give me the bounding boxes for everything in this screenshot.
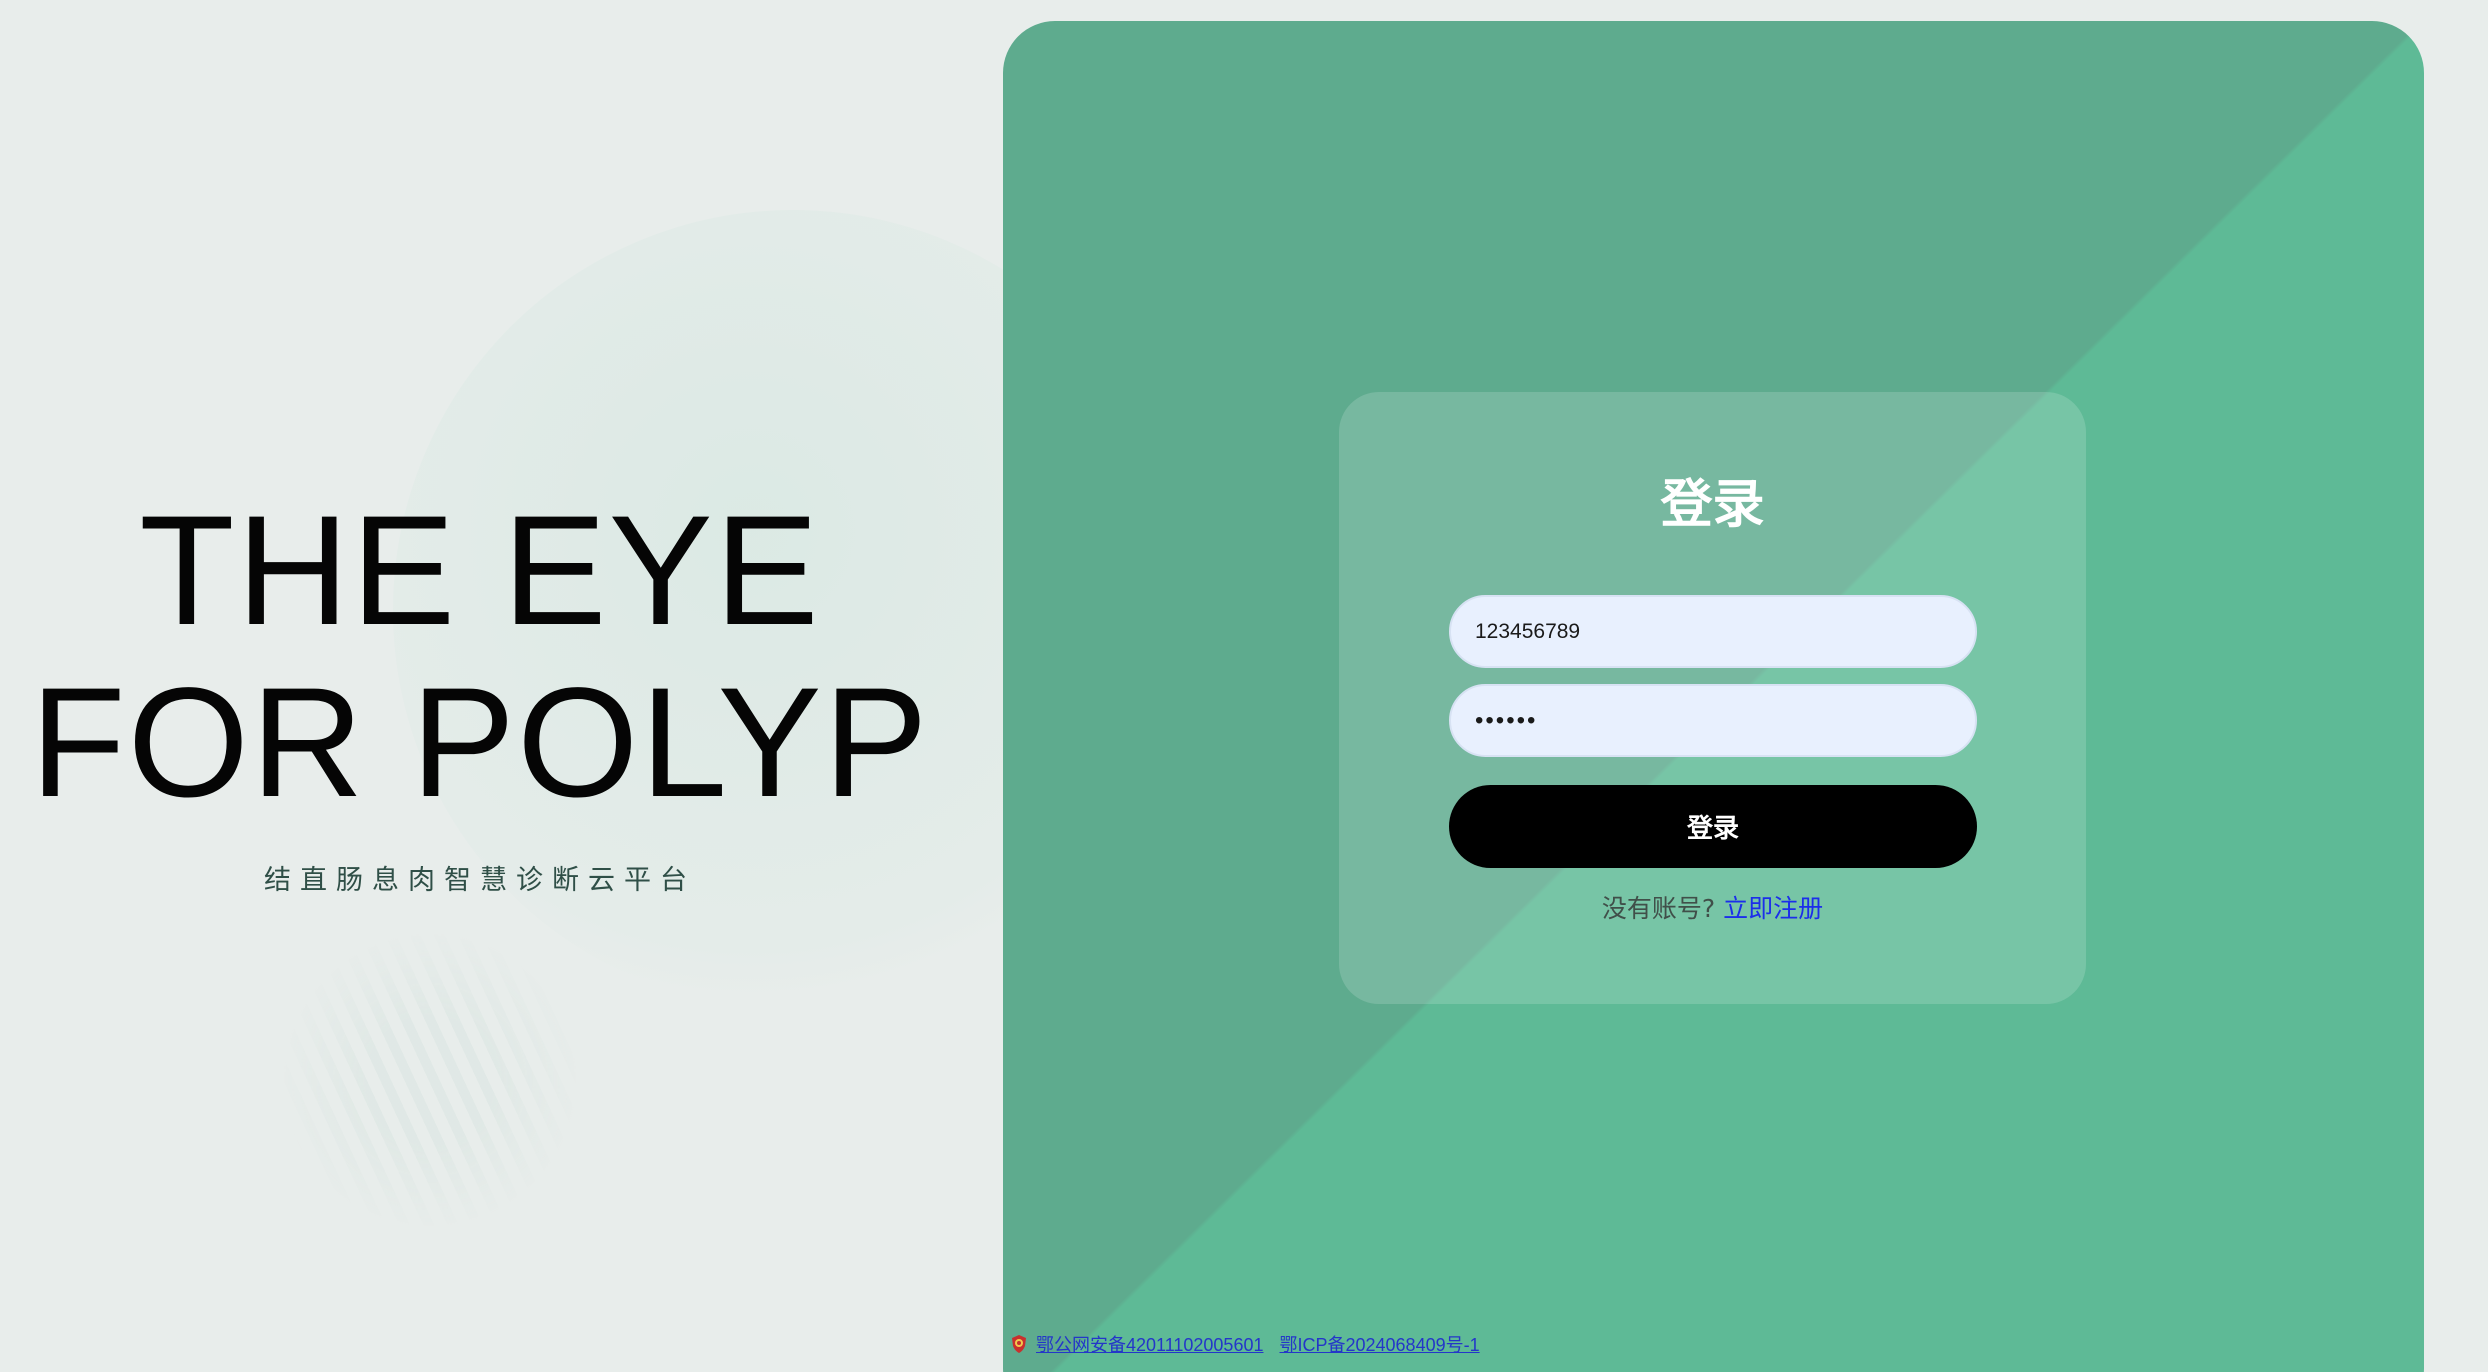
brand-line-2: FOR POLYP: [30, 656, 930, 830]
brand-line-1: THE EYE: [139, 484, 821, 658]
platform-subtitle: 结直肠息肉智慧诊断云平台: [264, 865, 696, 896]
password-input[interactable]: [1449, 684, 1977, 757]
decorative-stripes: [280, 930, 580, 1230]
login-card: 登录 登录 没有账号? 立即注册: [1339, 392, 2086, 1004]
icp-record-link[interactable]: 鄂ICP备2024068409号-1: [1279, 1331, 1479, 1357]
brand-panel: THE EYE FOR POLYP 结直肠息肉智慧诊断云平台: [0, 0, 1003, 1372]
login-title: 登录: [1660, 475, 1765, 535]
register-row: 没有账号? 立即注册: [1339, 889, 2086, 925]
login-panel: 登录 登录 没有账号? 立即注册: [1003, 21, 2424, 1372]
no-account-text: 没有账号?: [1601, 894, 1716, 923]
public-security-record-link[interactable]: 鄂公网安备42011102005601: [1036, 1331, 1263, 1357]
username-input[interactable]: [1449, 595, 1977, 668]
register-link[interactable]: 立即注册: [1723, 894, 1823, 923]
footer: 鄂公网安备42011102005601 鄂ICP备2024068409号-1: [1010, 1330, 1496, 1358]
police-badge-icon: [1010, 1334, 1028, 1354]
brand-heading: THE EYE FOR POLYP: [0, 485, 960, 829]
login-button[interactable]: 登录: [1449, 785, 1977, 868]
